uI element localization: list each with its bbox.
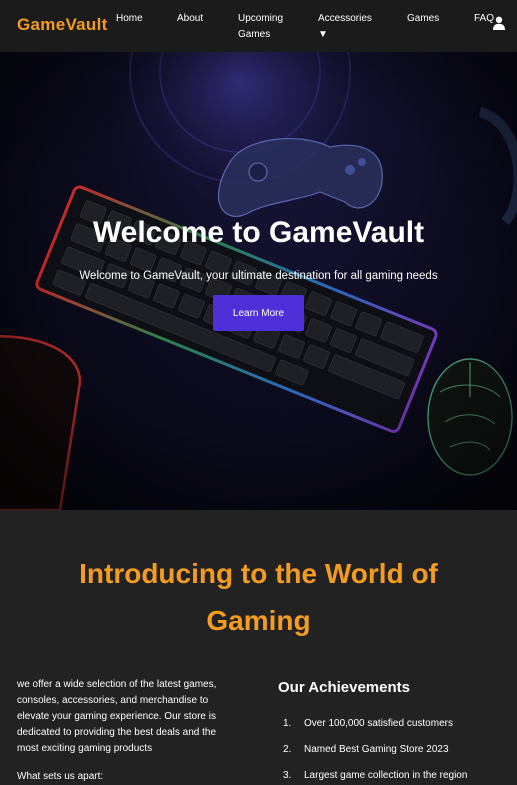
what-sets-us-apart-label: What sets us apart: [17, 771, 104, 782]
nav-accessories-dropdown[interactable]: Accessories ▼ [318, 11, 378, 43]
achievement-text: Largest game collection in the region [304, 770, 468, 781]
nav-games[interactable]: Games [407, 11, 439, 27]
hero-section: Welcome to GameVault Welcome to GameVaul… [0, 52, 517, 510]
achievements-title: Our Achievements [278, 679, 410, 696]
achievement-number: 2. [283, 744, 292, 755]
learn-more-button[interactable]: Learn More [213, 295, 304, 331]
achievement-item: 2. Named Best Gaming Store 2023 [283, 744, 449, 755]
achievement-item: 3. Largest game collection in the region [283, 770, 467, 781]
achievement-text: Named Best Gaming Store 2023 [304, 744, 449, 755]
intro-description: we offer a wide selection of the latest … [17, 679, 217, 754]
nav-about[interactable]: About [177, 11, 203, 27]
user-icon[interactable] [493, 16, 505, 30]
intro-heading: Introducing to the World of Gaming [79, 558, 438, 636]
navbar: GameVault Home About Upcoming Games Acce… [0, 0, 517, 52]
nav-upcoming-games[interactable]: Upcoming Games [238, 11, 298, 43]
achievement-text: Over 100,000 satisfied customers [304, 718, 453, 729]
nav-faq[interactable]: FAQ [474, 11, 494, 27]
nav-home[interactable]: Home [116, 11, 143, 27]
achievement-item: 1. Over 100,000 satisfied customers [283, 718, 453, 729]
hero-title: Welcome to GameVault [92, 216, 425, 249]
achievement-number: 1. [283, 718, 292, 729]
hero-subtitle: Welcome to GameVault, your ultimate dest… [79, 270, 438, 282]
logo[interactable]: GameVault [17, 15, 108, 35]
achievement-number: 3. [283, 770, 292, 781]
